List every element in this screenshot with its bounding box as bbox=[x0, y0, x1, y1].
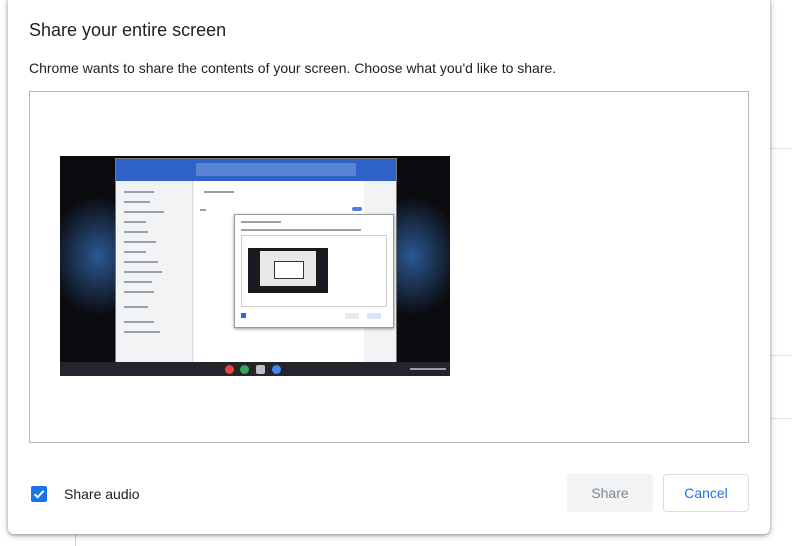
screen-thumbnail[interactable] bbox=[60, 156, 450, 376]
thumbnail-sidebar-line bbox=[124, 251, 146, 253]
thumbnail-nested-checkbox bbox=[241, 313, 246, 318]
dialog-title: Share your entire screen bbox=[29, 20, 227, 40]
thumbnail-settings-window bbox=[115, 158, 397, 365]
thumbnail-sidebar bbox=[116, 181, 193, 364]
thumbnail-toggle bbox=[352, 207, 362, 211]
cancel-button[interactable]: Cancel bbox=[663, 474, 749, 512]
thumbnail-status-area bbox=[410, 368, 446, 370]
thumbnail-nested-cancel bbox=[367, 313, 381, 319]
share-screen-dialog: Share your entire screen Chrome wants to… bbox=[8, 0, 770, 534]
share-audio-checkbox[interactable] bbox=[31, 486, 47, 502]
thumbnail-nested-share bbox=[345, 313, 359, 319]
thumbnail-sidebar-line bbox=[124, 306, 148, 308]
thumbnail-search-bar bbox=[196, 163, 356, 176]
thumbnail-sidebar-line bbox=[124, 221, 146, 223]
check-icon bbox=[33, 490, 45, 499]
thumbnail-sidebar-line bbox=[124, 271, 162, 273]
thumbnail-camera-icon bbox=[256, 365, 265, 374]
thumbnail-sidebar-line bbox=[124, 241, 156, 243]
thumbnail-nested-window bbox=[260, 251, 316, 286]
thumbnail-sidebar-line bbox=[124, 321, 154, 323]
background-divider bbox=[770, 418, 792, 419]
screen-source-panel bbox=[29, 91, 749, 443]
thumbnail-sidebar-line bbox=[124, 281, 152, 283]
thumbnail-sidebar-line bbox=[124, 191, 154, 193]
thumbnail-settings-header bbox=[116, 159, 396, 181]
thumbnail-sidebar-line bbox=[124, 201, 150, 203]
thumbnail-content-line bbox=[200, 209, 206, 211]
thumbnail-sidebar-line bbox=[124, 211, 164, 213]
background-divider bbox=[770, 148, 792, 149]
thumbnail-nested-inner bbox=[274, 261, 304, 279]
background-divider bbox=[770, 355, 792, 356]
thumbnail-sidebar-line bbox=[124, 231, 148, 233]
thumbnail-sidebar-line bbox=[124, 261, 158, 263]
thumbnail-play-icon bbox=[240, 365, 249, 374]
background-divider bbox=[75, 534, 76, 546]
thumbnail-chrome-icon bbox=[225, 365, 234, 374]
thumbnail-sidebar-line bbox=[124, 291, 154, 293]
dialog-description: Chrome wants to share the contents of yo… bbox=[29, 60, 557, 76]
thumbnail-files-icon bbox=[272, 365, 281, 374]
thumbnail-dialog-title-line bbox=[241, 221, 281, 223]
thumbnail-nested-dialog bbox=[234, 214, 394, 328]
share-button[interactable]: Share bbox=[567, 474, 653, 512]
thumbnail-dialog-panel bbox=[241, 235, 387, 307]
share-audio-label[interactable]: Share audio bbox=[64, 486, 140, 502]
thumbnail-nested-thumb bbox=[248, 248, 328, 293]
thumbnail-content-line bbox=[204, 191, 234, 193]
thumbnail-dialog-desc-line bbox=[241, 229, 361, 231]
thumbnail-shelf bbox=[60, 362, 450, 376]
thumbnail-sidebar-line bbox=[124, 331, 160, 333]
